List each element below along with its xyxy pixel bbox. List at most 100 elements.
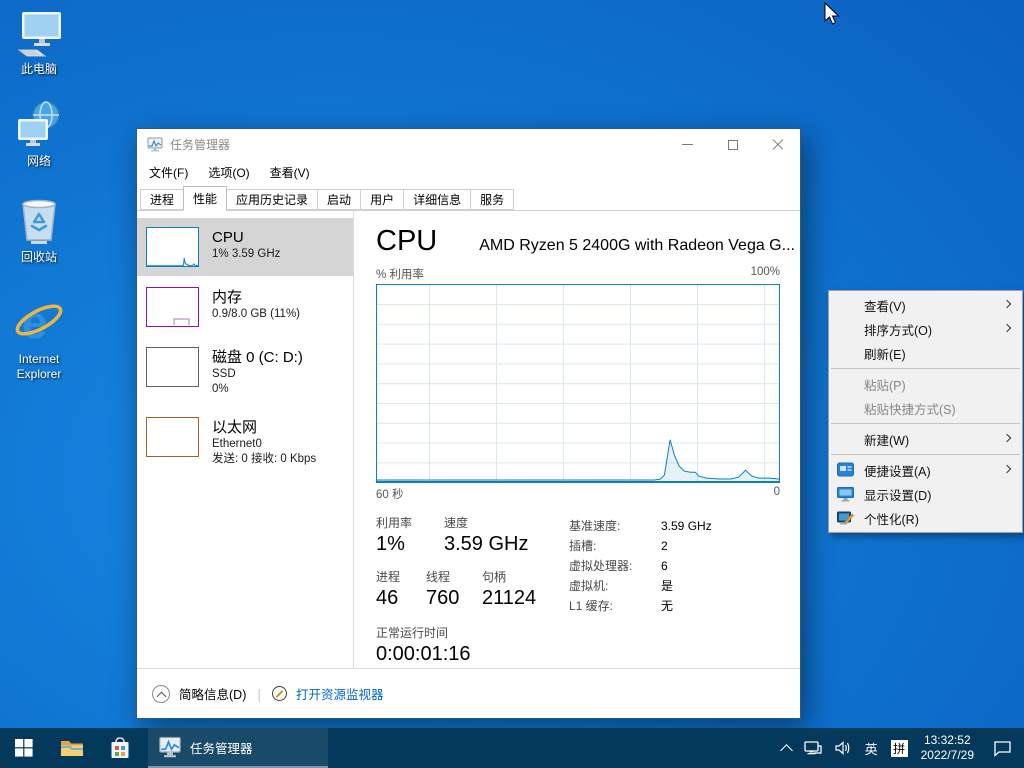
taskbar-app-label: 任务管理器 <box>190 738 253 757</box>
stat-label-utilization: 利用率 <box>376 515 430 531</box>
stat-label-threads: 线程 <box>426 569 468 585</box>
file-explorer-button[interactable] <box>48 728 96 768</box>
stat-value-threads: 760 <box>426 585 468 611</box>
graph-axis-0-label: 0 <box>774 486 780 502</box>
title-bar: 任务管理器 <box>137 129 800 160</box>
desktop-icon-network[interactable]: 网络 <box>6 100 72 169</box>
tab-processes[interactable]: 进程 <box>140 189 184 210</box>
stat-value-processes: 46 <box>376 585 412 611</box>
store-icon <box>110 737 130 759</box>
taskbar-clock[interactable]: 13:32:52 2022/7/29 <box>921 733 974 763</box>
stat-value-utilization: 1% <box>376 531 430 557</box>
start-button[interactable] <box>0 728 48 768</box>
desktop-icon-label: 网络 <box>27 154 51 169</box>
network-tray-icon[interactable] <box>804 740 822 756</box>
context-menu-item-refresh[interactable]: 刷新(E) <box>829 341 1022 365</box>
sidebar-item-ethernet[interactable]: 以太网 Ethernet0 发送: 0 接收: 0 Kbps <box>137 408 353 476</box>
ethernet-mini-graph <box>147 418 198 456</box>
cpu-graph-area <box>377 285 779 481</box>
context-menu-item-paste-shortcut: 粘贴快捷方式(S) <box>829 396 1022 420</box>
cpu-utilization-graph[interactable] <box>376 284 780 483</box>
status-bar: 简略信息(D) | 打开资源监视器 <box>137 668 800 718</box>
sidebar-item-disk[interactable]: 磁盘 0 (C: D:) SSD 0% <box>137 338 353 406</box>
open-resource-monitor-link[interactable]: 打开资源监视器 <box>296 684 384 703</box>
desktop-icon-recycle-bin[interactable]: 回收站 <box>6 196 72 265</box>
sidebar-item-detail2: 0% <box>212 382 303 397</box>
volume-tray-icon[interactable] <box>835 740 852 756</box>
performance-sidebar: CPU 1% 3.59 GHz 内存 0.9/8.0 GB (11%) <box>137 211 353 668</box>
graph-axis-utilization-label: % 利用率 <box>376 266 424 282</box>
tab-startup[interactable]: 启动 <box>317 189 361 210</box>
menu-options[interactable]: 选项(O) <box>208 164 249 181</box>
desktop[interactable]: 此电脑 网络 回收站 e Internet Explorer <box>0 0 1024 768</box>
window-title: 任务管理器 <box>170 136 665 153</box>
desktop-icon-internet-explorer[interactable]: e Internet Explorer <box>6 294 72 382</box>
stat-label-uptime: 正常运行时间 <box>376 625 554 641</box>
sidebar-item-memory[interactable]: 内存 0.9/8.0 GB (11%) <box>137 278 353 336</box>
windows-logo-icon <box>15 739 33 757</box>
sidebar-item-detail: 0.9/8.0 GB (11%) <box>212 307 300 322</box>
menu-item-label: 查看(V) <box>864 296 906 315</box>
menu-view[interactable]: 查看(V) <box>270 164 310 181</box>
menu-separator <box>831 423 1020 424</box>
graph-axis-max-label: 100% <box>751 266 780 282</box>
tab-services[interactable]: 服务 <box>470 189 514 210</box>
performance-content: CPU 1% 3.59 GHz 内存 0.9/8.0 GB (11%) <box>137 211 800 668</box>
clock-time: 13:32:52 <box>921 733 974 748</box>
ime-mode-indicator[interactable]: 拼 <box>891 740 908 757</box>
maximize-button[interactable] <box>710 129 755 160</box>
desktop-icon-this-pc[interactable]: 此电脑 <box>6 10 72 77</box>
spec-value-virtual-machine: 是 <box>661 576 673 596</box>
maximize-icon <box>728 140 738 150</box>
minimize-button[interactable] <box>665 129 710 160</box>
stat-value-handles: 21124 <box>482 585 536 611</box>
taskbar-app-task-manager[interactable]: 任务管理器 <box>148 728 328 768</box>
sidebar-item-detail: SSD <box>212 367 303 382</box>
cpu-stats: 利用率 1% 速度 3.59 GHz 进程 46 <box>376 515 800 667</box>
menu-file[interactable]: 文件(F) <box>149 164 188 181</box>
stat-value-uptime: 0:00:01:16 <box>376 641 554 667</box>
personalize-icon <box>837 510 854 526</box>
menu-item-label: 个性化(R) <box>864 509 919 528</box>
spec-label-virtual-machine: 虚拟机: <box>569 576 661 596</box>
sidebar-item-name: CPU <box>212 228 280 247</box>
resource-monitor-icon <box>272 686 287 701</box>
file-explorer-icon <box>60 738 84 758</box>
submenu-arrow-icon <box>1003 324 1011 332</box>
tab-details[interactable]: 详细信息 <box>403 189 471 210</box>
this-pc-icon <box>15 10 63 60</box>
ime-language-indicator[interactable]: 英 <box>865 739 878 758</box>
close-button[interactable] <box>755 129 800 160</box>
minimize-icon <box>682 144 693 145</box>
show-hidden-icons-button[interactable] <box>780 744 793 757</box>
tab-performance[interactable]: 性能 <box>183 186 227 211</box>
stat-value-speed: 3.59 GHz <box>444 531 528 557</box>
sidebar-item-cpu[interactable]: CPU 1% 3.59 GHz <box>137 218 353 276</box>
context-menu-item-display-settings[interactable]: 显示设置(D) <box>829 482 1022 506</box>
stat-label-speed: 速度 <box>444 515 528 531</box>
desktop-context-menu: 查看(V) 排序方式(O) 刷新(E) 粘贴(P) 粘贴快捷方式(S) 新建(W… <box>828 290 1023 533</box>
cpu-panel-title: CPU <box>376 225 437 258</box>
context-menu-item-sort-by[interactable]: 排序方式(O) <box>829 317 1022 341</box>
store-button[interactable] <box>96 728 144 768</box>
context-menu-item-view[interactable]: 查看(V) <box>829 293 1022 317</box>
tab-app-history[interactable]: 应用历史记录 <box>226 189 318 210</box>
desktop-icon-label: 回收站 <box>21 250 57 265</box>
tab-users[interactable]: 用户 <box>360 189 404 210</box>
menu-bar: 文件(F) 选项(O) 查看(V) <box>137 160 800 185</box>
context-menu-item-personalize[interactable]: 个性化(R) <box>829 506 1022 530</box>
menu-item-label: 排序方式(O) <box>864 320 932 339</box>
sidebar-item-name: 内存 <box>212 288 300 307</box>
spec-value-l1-cache: 无 <box>661 596 673 616</box>
task-manager-app-icon <box>147 137 163 152</box>
stat-label-processes: 进程 <box>376 569 412 585</box>
desktop-icon-label: Internet Explorer <box>6 352 72 382</box>
spec-value-virtual-processors: 6 <box>661 556 668 576</box>
context-menu-item-new[interactable]: 新建(W) <box>829 427 1022 451</box>
action-center-icon[interactable] <box>993 740 1012 757</box>
fewer-details-toggle[interactable]: 简略信息(D) <box>179 684 246 703</box>
cpu-panel: CPU AMD Ryzen 5 2400G with Radeon Vega G… <box>354 211 800 668</box>
quick-settings-icon <box>837 462 854 478</box>
context-menu-item-quick-settings[interactable]: 便捷设置(A) <box>829 458 1022 482</box>
menu-item-label: 显示设置(D) <box>864 485 931 504</box>
